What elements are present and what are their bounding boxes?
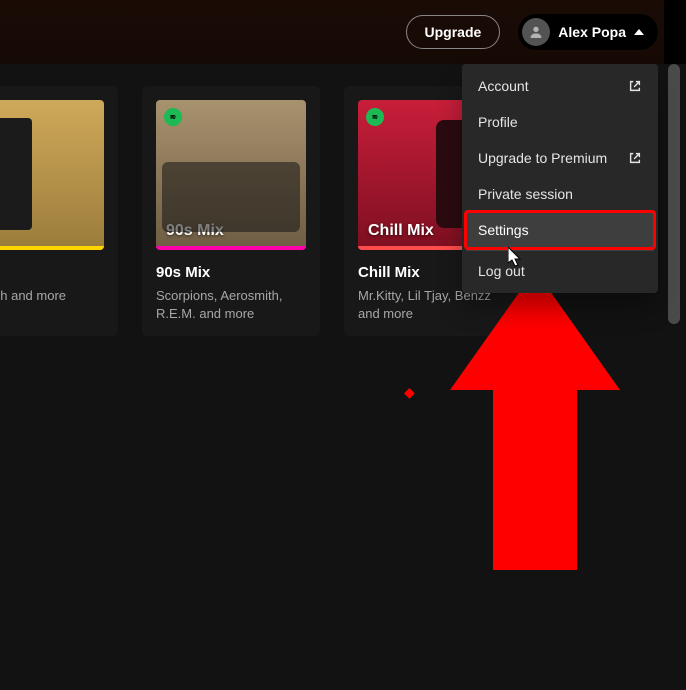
dropdown-item-label: Settings (478, 222, 529, 238)
dropdown-item-settings[interactable]: Settings (466, 212, 654, 248)
dropdown-item-label: Account (478, 78, 529, 94)
dropdown-item-label: Log out (478, 263, 525, 279)
playlist-subtitle: Queen, h and more (0, 287, 104, 305)
dropdown-item-label: Private session (478, 186, 573, 202)
playlist-card[interactable]: 90s Mix 90s Mix Scorpions, Aerosmith, R.E.… (142, 86, 320, 336)
dropdown-separator (466, 250, 654, 251)
upgrade-button[interactable]: Upgrade (406, 15, 501, 49)
avatar (522, 18, 550, 46)
annotation-dot: ◆ (404, 384, 415, 401)
cover-label: Chill Mix (368, 222, 434, 240)
spotify-icon (164, 108, 182, 126)
dropdown-item-label: Profile (478, 114, 518, 130)
playlist-title: x (0, 264, 104, 281)
playlist-title: 90s Mix (156, 264, 306, 281)
dropdown-item-profile[interactable]: Profile (466, 104, 654, 140)
user-menu-button[interactable]: Alex Popa (518, 14, 658, 50)
cover-accent-strip (156, 246, 306, 250)
scrollbar-thumb[interactable] (668, 64, 680, 324)
playlist-cover: ix (0, 100, 104, 250)
dropdown-item-log-out[interactable]: Log out (466, 253, 654, 289)
cover-accent-strip (0, 246, 104, 250)
playlist-cover: 90s Mix (156, 100, 306, 250)
dropdown-item-private-session[interactable]: Private session (466, 176, 654, 212)
dropdown-item-account[interactable]: Account (466, 68, 654, 104)
playlist-card[interactable]: ix x Queen, h and more (0, 86, 118, 336)
external-link-icon (628, 151, 642, 165)
playlist-subtitle: Scorpions, Aerosmith, R.E.M. and more (156, 287, 306, 322)
dropdown-item-upgrade-to-premium[interactable]: Upgrade to Premium (466, 140, 654, 176)
user-icon (528, 24, 544, 40)
spotify-icon (366, 108, 384, 126)
scrollbar[interactable] (668, 64, 680, 364)
user-dropdown-menu: Account Profile Upgrade to Premium Private … (462, 64, 658, 293)
chevron-up-icon (634, 29, 644, 35)
external-link-icon (628, 79, 642, 93)
user-name-label: Alex Popa (558, 24, 626, 40)
dropdown-item-label: Upgrade to Premium (478, 150, 607, 166)
cover-label: 90s Mix (166, 222, 224, 240)
topbar: Upgrade Alex Popa (0, 0, 686, 64)
